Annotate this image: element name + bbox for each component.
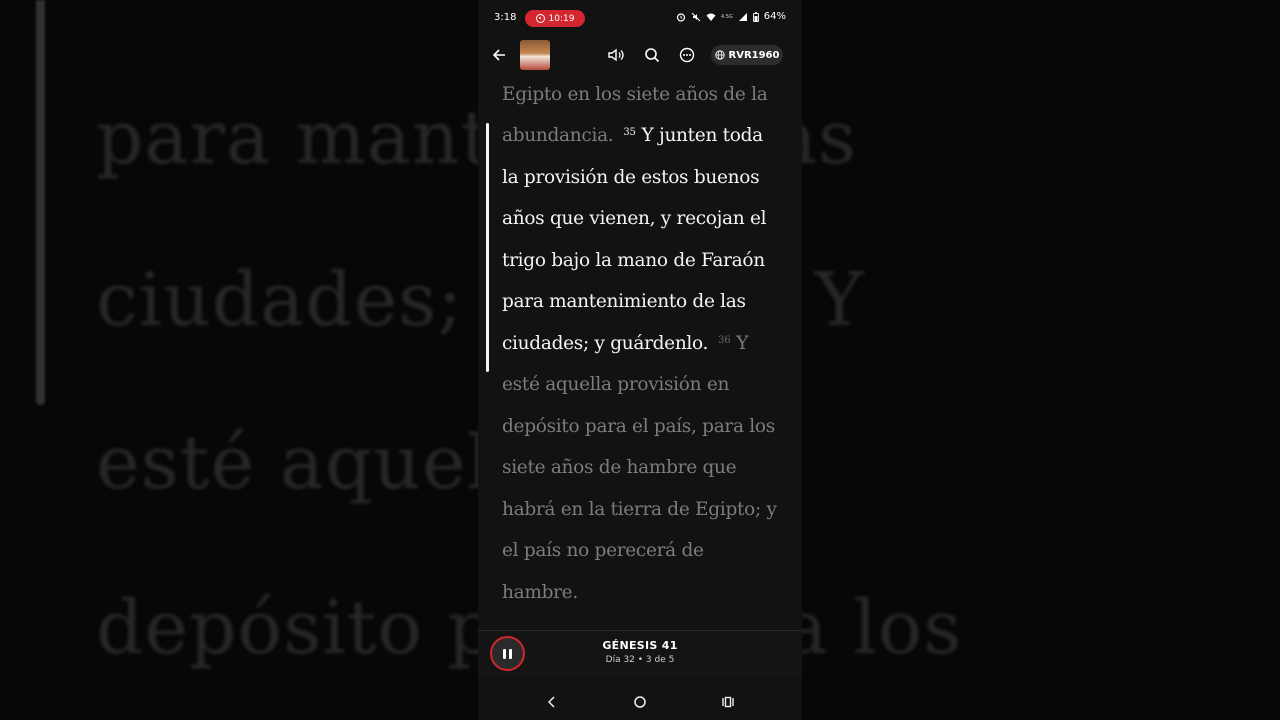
plan-thumbnail[interactable] [520, 40, 550, 70]
status-bar: 3:18 10:19 4.5G 64% [478, 0, 802, 36]
recording-indicator[interactable]: 10:19 [525, 10, 585, 27]
status-time: 3:18 [494, 12, 517, 23]
bible-reader[interactable]: Egipto en los siete años de la abundanci… [478, 76, 802, 628]
signal-icon [738, 12, 747, 21]
alarm-icon [676, 12, 686, 22]
network-type: 4.5G [720, 13, 733, 20]
nav-recents-button[interactable] [718, 692, 738, 712]
mute-icon [691, 12, 701, 21]
speaker-icon [608, 48, 624, 62]
search-button[interactable] [642, 45, 662, 65]
navigation-bar [478, 682, 802, 720]
verse-line[interactable]: ciudades; y guárdenlo. 36 Y [502, 333, 749, 354]
version-selector[interactable]: RVR1960 [711, 45, 783, 65]
more-icon [679, 47, 695, 63]
app-bar: RVR1960 [478, 38, 802, 72]
verse-text: Y [736, 333, 749, 354]
verse-text: abundancia. [502, 125, 614, 146]
verse-line[interactable]: años que vienen, y recojan el [502, 208, 767, 229]
search-icon [645, 48, 660, 63]
verse-number: 36 [718, 335, 731, 346]
player-title[interactable]: GÉNESIS 41 [478, 639, 802, 652]
verse-line[interactable]: abundancia. 35 Y junten toda [502, 125, 763, 146]
battery-percent: 64% [763, 11, 786, 22]
verse-highlight-bar [486, 123, 489, 372]
verse-line[interactable]: para mantenimiento de las [502, 291, 746, 312]
verse-line[interactable]: esté aquella provisión en [502, 374, 729, 395]
globe-icon [714, 50, 725, 60]
verse-text: Y junten toda [641, 125, 764, 146]
verse-line[interactable]: el país no perecerá de [502, 540, 704, 561]
chevron-left-icon [547, 696, 555, 708]
verse-line[interactable]: hambre. [502, 582, 578, 603]
player-subtitle: Día 32 • 3 de 5 [605, 655, 675, 665]
battery-icon [752, 11, 759, 22]
verse-line[interactable]: trigo bajo la mano de Faraón [502, 250, 765, 271]
recents-icon [722, 696, 734, 708]
audio-button[interactable] [606, 45, 626, 65]
nav-home-button[interactable] [630, 692, 650, 712]
version-label: RVR1960 [728, 49, 780, 61]
verse-line[interactable]: la provisión de estos buenos [502, 167, 760, 188]
verse-line[interactable]: Egipto en los siete años de la [502, 84, 768, 105]
phone-screen: 3:18 10:19 4.5G 64% RVR1960 Egipto en lo… [478, 0, 802, 720]
verse-text: ciudades; y guárdenlo. [502, 333, 709, 354]
verse-line[interactable]: habrá en la tierra de Egipto; y [502, 499, 777, 520]
more-button[interactable] [677, 45, 697, 65]
record-icon [535, 14, 545, 23]
verse-number: 35 [623, 127, 636, 138]
audio-player: GÉNESIS 41 Día 32 • 3 de 5 [478, 630, 802, 676]
circle-home-icon [634, 696, 646, 708]
back-button[interactable] [488, 44, 510, 66]
arrow-left-icon [492, 49, 505, 61]
verse-line[interactable]: siete años de hambre que [502, 457, 737, 478]
verse-line[interactable]: depósito para el país, para los [502, 416, 775, 437]
nav-back-button[interactable] [542, 692, 562, 712]
wifi-icon [706, 13, 716, 21]
recording-time: 10:19 [548, 13, 575, 24]
status-icons: 4.5G 64% [676, 11, 786, 22]
